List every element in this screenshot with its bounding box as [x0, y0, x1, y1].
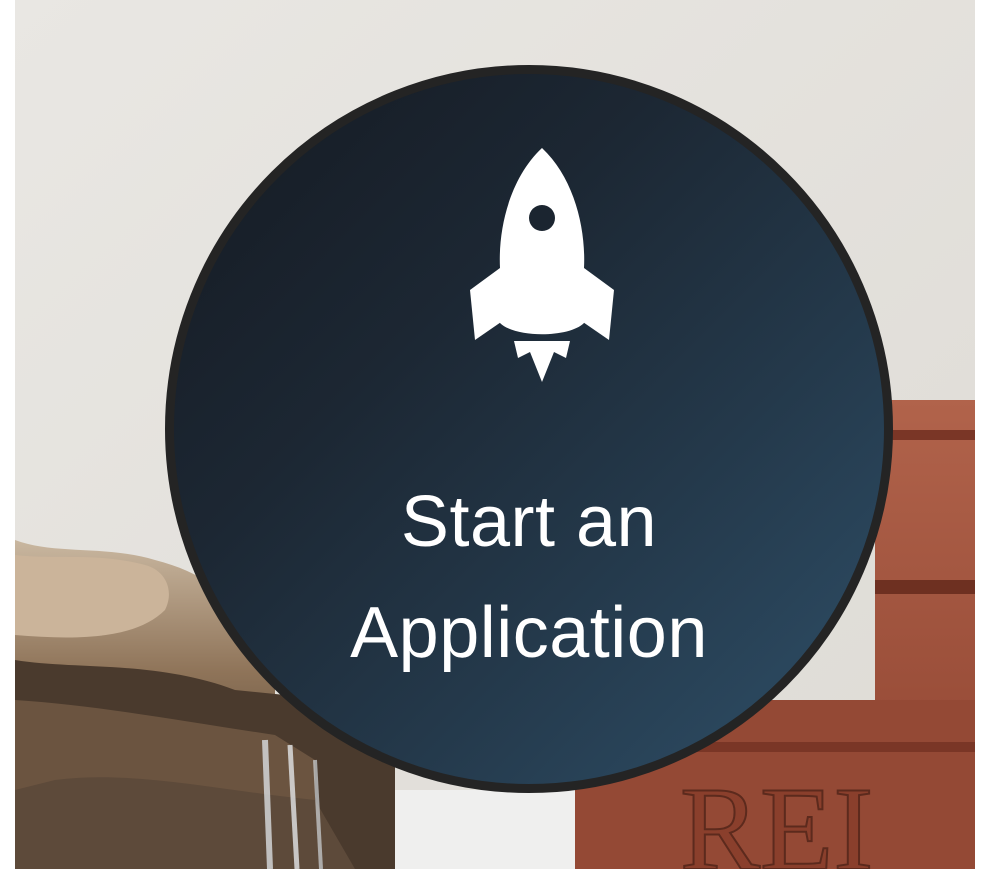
rocket-icon [470, 148, 614, 382]
start-application-label: Start an Application [174, 467, 884, 689]
label-line-1: Start an [400, 482, 658, 562]
start-application-button[interactable]: Start an Application [165, 65, 893, 793]
label-line-2: Application [350, 593, 708, 673]
engraved-sign-text: REI [680, 762, 873, 869]
screenshot-frame: REI Start an Application [0, 0, 989, 869]
